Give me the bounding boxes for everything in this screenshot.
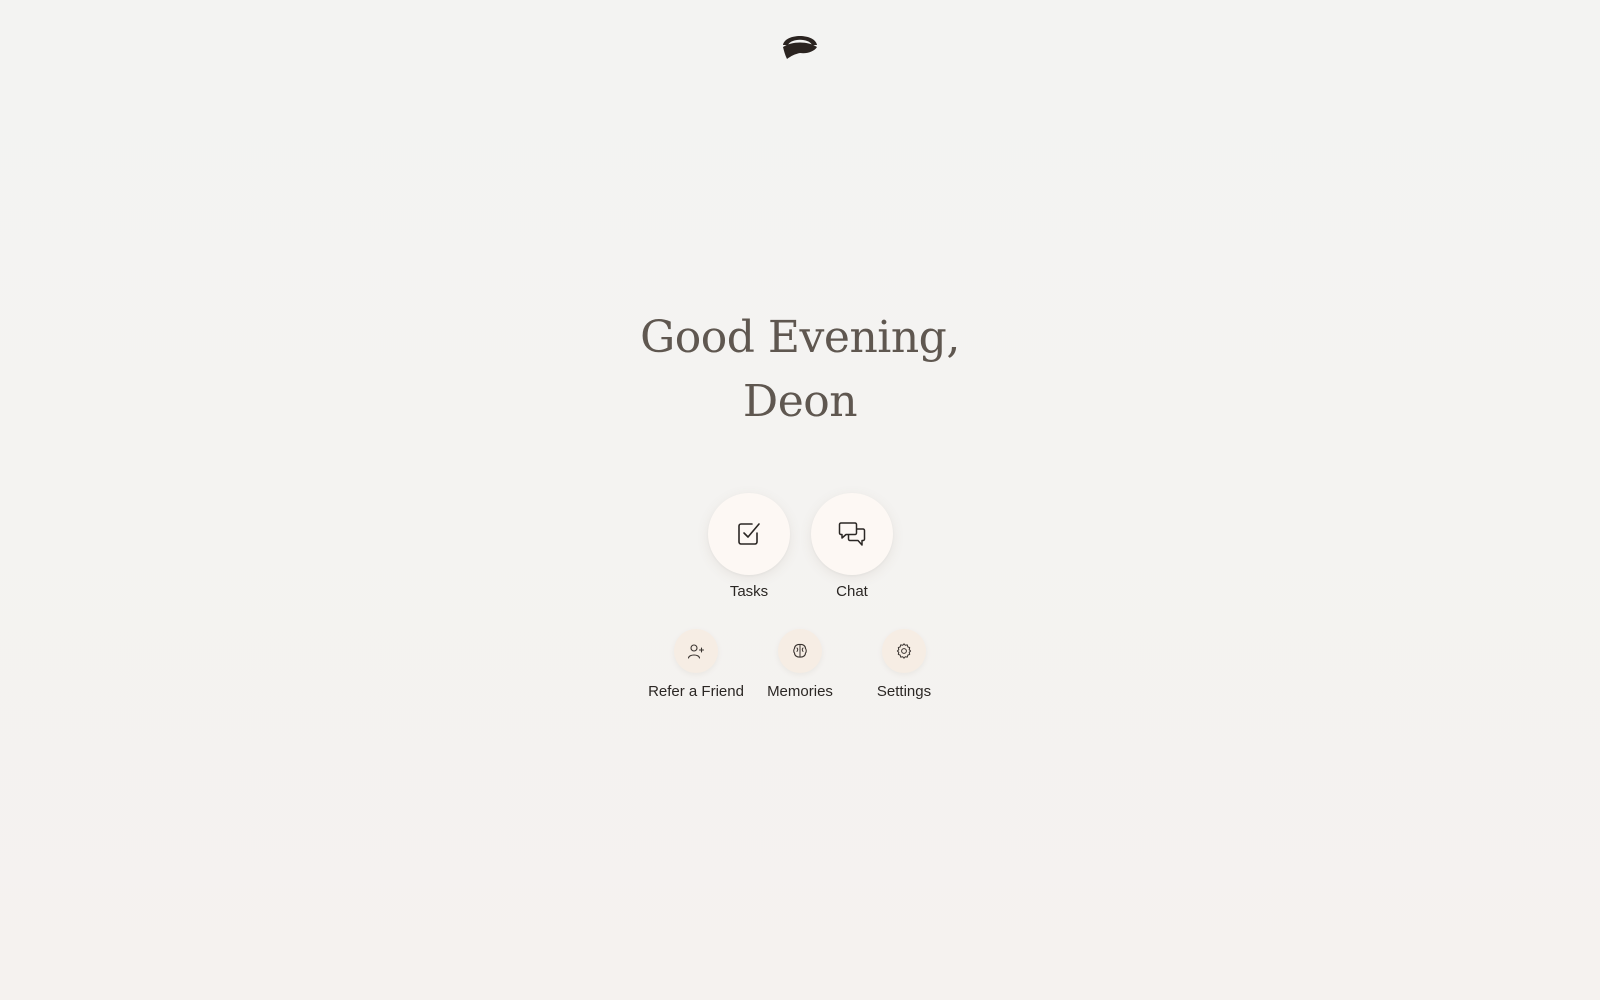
refer-a-friend-circle[interactable] [674, 629, 718, 673]
home-screen: { "greeting": { "line1": "Good Evening,"… [0, 0, 1600, 1000]
greeting-heading: Good Evening, Deon [0, 306, 1600, 434]
chat-button-circle[interactable] [811, 493, 893, 575]
user-plus-icon [687, 644, 705, 659]
chat-button[interactable]: Chat [810, 493, 894, 603]
tasks-button-circle[interactable] [708, 493, 790, 575]
chat-bubbles-icon [838, 522, 866, 546]
greeting-user-name: Deon [742, 376, 858, 427]
settings-button[interactable]: Settings [844, 629, 964, 705]
memories-button[interactable]: Memories [740, 629, 860, 705]
greeting-line-1: Good Evening, [640, 312, 960, 363]
checkbox-icon [738, 523, 760, 545]
settings-circle[interactable] [882, 629, 926, 673]
chat-label: Chat [836, 583, 868, 600]
app-logo [780, 27, 820, 61]
memories-circle[interactable] [778, 629, 822, 673]
tasks-button[interactable]: Tasks [707, 493, 791, 603]
brain-icon [793, 643, 807, 658]
tasks-label: Tasks [729, 583, 769, 600]
memories-label: Memories [767, 683, 833, 700]
refer-a-friend-label: Refer a Friend [648, 683, 744, 700]
gear-icon [896, 643, 912, 659]
refer-a-friend-button[interactable]: Refer a Friend [636, 629, 756, 705]
app-logo-icon [783, 36, 817, 59]
settings-label: Settings [876, 683, 932, 700]
